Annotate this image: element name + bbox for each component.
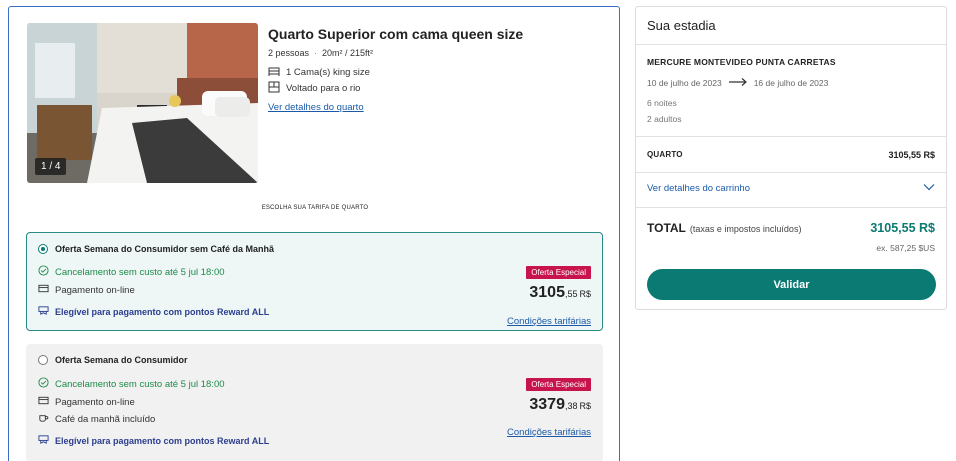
payment-label: Pagamento on-line <box>55 284 135 296</box>
stay-nights: 6 noites <box>647 98 677 108</box>
total-label: TOTAL <box>647 221 686 235</box>
photo-counter: 1 / 4 <box>35 158 67 175</box>
room-price-value: 3105,55 R$ <box>888 150 935 160</box>
room-size: 20m² / 215ft² <box>322 48 374 58</box>
rate-option-1[interactable]: Oferta Semana do Consumidor sem Café da … <box>26 232 603 331</box>
check-out-date: 16 de julho de 2023 <box>753 78 829 88</box>
price-currency: R$ <box>579 289 591 299</box>
price-integer: 3379 <box>529 396 565 413</box>
coffee-cup-icon <box>38 412 49 426</box>
cancellation-label: Cancelamento sem custo até 5 jul 18:00 <box>55 266 225 278</box>
credit-card-icon <box>38 283 49 297</box>
check-circle-icon <box>38 377 49 391</box>
hotel-name: MERCURE MONTEVIDEO PUNTA CARRETAS <box>647 57 836 67</box>
rate-title: Oferta Semana do Consumidor <box>55 355 188 365</box>
total-taxes-note: (taxas e impostos incluídos) <box>689 224 802 234</box>
room-card: 1 / 4 Quarto Superior com cama queen siz… <box>8 6 620 461</box>
reward-icon <box>38 305 49 318</box>
special-offer-badge: Oferta Especial <box>526 378 591 391</box>
rate-radio-selected[interactable] <box>38 244 48 254</box>
room-view-label: Voltado para o rio <box>286 83 361 94</box>
reward-label: Elegível para pagamento com pontos Rewar… <box>55 435 270 446</box>
cart-details-toggle[interactable]: Ver detalhes do carrinho <box>647 183 935 194</box>
room-price-row: QUARTO 3105,55 R$ <box>647 150 935 160</box>
room-meta: 2 pessoas · 20m² / 215ft² <box>268 48 373 58</box>
validate-button[interactable]: Validar <box>647 269 936 300</box>
check-circle-icon <box>38 265 49 279</box>
rate-conditions-link[interactable]: Condições tarifárias <box>507 316 591 327</box>
rate-conditions-link[interactable]: Condições tarifárias <box>507 427 591 438</box>
rate-breakfast: Café da manhã incluído <box>38 412 155 426</box>
room-price-label: QUARTO <box>647 150 683 159</box>
payment-label: Pagamento on-line <box>55 396 135 408</box>
room-photo[interactable]: 1 / 4 <box>27 23 258 183</box>
rate-price: 3105,55 R$ <box>529 284 591 302</box>
rates-heading: ESCOLHA SUA TARIFA DE QUARTO <box>261 205 369 211</box>
rate-reward: Elegível para pagamento com pontos Rewar… <box>38 305 269 318</box>
bed-icon <box>268 65 280 80</box>
rate-option-2[interactable]: Oferta Semana do Consumidor Cancelamento… <box>26 344 603 461</box>
reward-label: Elegível para pagamento com pontos Rewar… <box>55 306 270 317</box>
meta-separator: · <box>314 48 318 58</box>
rate-reward: Elegível para pagamento com pontos Rewar… <box>38 434 269 447</box>
room-feature-bed: 1 Cama(s) king size <box>268 65 370 80</box>
rate-price: 3379,38 R$ <box>529 396 591 414</box>
arrow-right-icon <box>728 77 748 89</box>
cart-details-label: Ver detalhes do carrinho <box>647 183 750 194</box>
total-usd: ex. 587,25 $US <box>876 243 935 253</box>
room-details-link[interactable]: Ver detalhes do quarto <box>268 102 364 113</box>
divider <box>636 172 946 173</box>
price-decimal: ,38 <box>564 401 578 411</box>
room-title: Quarto Superior com cama queen size <box>268 26 524 42</box>
breakfast-label: Café da manhã incluído <box>55 413 156 425</box>
price-currency: R$ <box>579 401 591 411</box>
rate-payment: Pagamento on-line <box>38 283 135 297</box>
credit-card-icon <box>38 395 49 409</box>
total-row: TOTAL (taxas e impostos incluídos) 3105,5… <box>647 219 935 237</box>
stay-dates: 10 de julho de 2023 16 de julho de 2023 <box>647 77 828 89</box>
rate-cancellation: Cancelamento sem custo até 5 jul 18:00 <box>38 377 225 391</box>
price-decimal: ,55 <box>564 289 578 299</box>
stay-summary: Sua estadia MERCURE MONTEVIDEO PUNTA CAR… <box>635 6 947 310</box>
check-in-date: 10 de julho de 2023 <box>647 78 722 88</box>
divider <box>636 207 946 208</box>
room-guests: 2 pessoas <box>268 48 310 58</box>
stay-adults: 2 adultos <box>647 114 682 124</box>
rate-radio[interactable] <box>38 355 48 365</box>
room-feature-view: Voltado para o rio <box>268 81 360 96</box>
window-icon <box>268 81 280 96</box>
price-integer: 3105 <box>529 284 565 301</box>
rate-cancellation: Cancelamento sem custo até 5 jul 18:00 <box>38 265 225 279</box>
reward-icon <box>38 434 49 447</box>
chevron-down-icon <box>923 183 935 194</box>
divider <box>636 136 946 137</box>
rate-payment: Pagamento on-line <box>38 395 135 409</box>
cancellation-label: Cancelamento sem custo até 5 jul 18:00 <box>55 378 225 390</box>
total-price: 3105,55 R$ <box>870 221 935 235</box>
special-offer-badge: Oferta Especial <box>526 266 591 279</box>
room-bed-label: 1 Cama(s) king size <box>286 67 370 78</box>
stay-heading: Sua estadia <box>636 7 946 45</box>
rate-title: Oferta Semana do Consumidor sem Café da … <box>55 244 275 254</box>
